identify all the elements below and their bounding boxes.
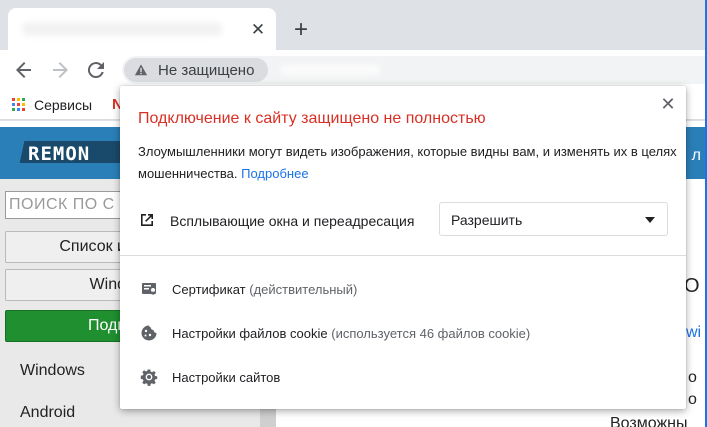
popup-title: Подключение к сайту защищено не полность… — [138, 110, 486, 127]
permission-row-popups: Всплывающие окна и переадресация Разреши… — [120, 202, 686, 246]
site-info-popup: ✕ Подключение к сайту защищено не полнос… — [120, 86, 686, 409]
sidebar-link-windows[interactable]: Windows — [20, 362, 85, 380]
content-fragment: о — [688, 391, 697, 408]
bookmark-apps[interactable]: Сервисы — [34, 97, 92, 113]
header-nav-fragment[interactable]: л — [692, 147, 701, 165]
content-fragment[interactable]: wi — [686, 324, 701, 342]
address-bar[interactable]: Не защищено — [122, 56, 707, 84]
certificate-icon — [142, 283, 156, 295]
close-icon[interactable]: ✕ — [248, 20, 268, 40]
cookie-icon — [141, 325, 157, 341]
arrow-right-icon[interactable] — [48, 58, 72, 82]
url-text-redacted — [280, 64, 380, 76]
security-chip[interactable]: Не защищено — [124, 58, 268, 82]
security-label: Не защищено — [158, 61, 255, 79]
certificate-status: (действительный) — [249, 282, 358, 297]
close-icon[interactable]: ✕ — [658, 94, 678, 114]
plus-icon[interactable]: + — [290, 18, 312, 42]
permission-select[interactable]: Разрешить — [439, 202, 668, 236]
popup-description: Злоумышленники могут видеть изображения,… — [138, 141, 678, 185]
content-fragment: о — [688, 369, 697, 386]
list-button[interactable]: Список и — [5, 231, 133, 263]
site-settings-item[interactable]: Настройки сайтов — [120, 360, 686, 396]
site-settings-label: Настройки сайтов — [172, 370, 281, 385]
sidebar-link-android[interactable]: Android — [20, 404, 75, 422]
content-fragment: Возможны — [610, 415, 688, 427]
gear-icon — [140, 369, 158, 386]
chevron-down-icon — [645, 217, 655, 223]
windows-button[interactable]: Wind — [5, 269, 133, 301]
open-in-new-icon — [141, 214, 153, 226]
browser-toolbar: Не защищено — [0, 50, 707, 90]
tab-title-redacted — [22, 22, 222, 36]
site-logo-text: REMON — [28, 143, 91, 165]
cookie-settings-label: Настройки файлов cookie — [172, 326, 328, 341]
apps-grid-icon[interactable] — [12, 98, 26, 112]
permission-label: Всплывающие окна и переадресация — [170, 213, 415, 229]
learn-more-link[interactable]: Подробнее — [241, 166, 308, 181]
content-fragment: О — [684, 275, 700, 297]
popup-description-text: Злоумышленники могут видеть изображения,… — [138, 144, 677, 181]
browser-tab[interactable]: ✕ — [8, 8, 276, 50]
permission-select-value: Разрешить — [451, 212, 523, 228]
arrow-left-icon[interactable] — [12, 58, 36, 82]
subscribe-button[interactable]: Подп — [5, 310, 133, 342]
cookie-settings-item[interactable]: Настройки файлов cookie (используется 46… — [120, 316, 686, 352]
popup-divider — [120, 255, 686, 256]
warning-icon — [134, 64, 148, 76]
certificate-label: Сертификат — [172, 282, 246, 297]
cookie-count: (используется 46 файлов cookie) — [331, 326, 531, 341]
reload-icon[interactable] — [84, 58, 108, 82]
site-search-input[interactable]: ПОИСК ПО С — [5, 191, 133, 219]
certificate-item[interactable]: Сертификат (действительный) — [120, 272, 686, 308]
tab-strip: ✕ + — [0, 0, 707, 50]
